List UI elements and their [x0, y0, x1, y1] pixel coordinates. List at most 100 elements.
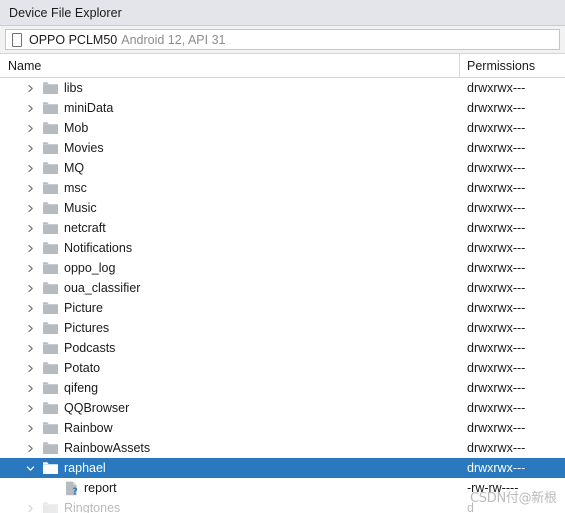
tree-row-permissions: d: [467, 501, 474, 513]
chevron-right-icon[interactable]: [24, 262, 37, 275]
tree-row[interactable]: Rainbow drwxrwx---: [0, 418, 565, 438]
tree-row-permissions: drwxrwx---: [467, 401, 526, 415]
tree-row-permissions: drwxrwx---: [467, 101, 526, 115]
folder-icon: [43, 201, 58, 215]
tree-row[interactable]: ? report -rw-rw----: [0, 478, 565, 498]
chevron-right-icon[interactable]: [24, 222, 37, 235]
folder-icon: [43, 221, 58, 235]
chevron-right-icon[interactable]: [24, 422, 37, 435]
chevron-down-icon[interactable]: [24, 462, 37, 475]
tree-row-permissions: drwxrwx---: [467, 81, 526, 95]
tree-row-label: libs: [64, 81, 83, 95]
column-header-permissions[interactable]: Permissions: [460, 59, 535, 73]
tree-row[interactable]: Ringtones d: [0, 498, 565, 513]
folder-icon: [43, 161, 58, 175]
tree-row-permissions: drwxrwx---: [467, 461, 526, 475]
tree-row-permissions: drwxrwx---: [467, 441, 526, 455]
tree-row[interactable]: Notifications drwxrwx---: [0, 238, 565, 258]
tree-row[interactable]: raphael drwxrwx---: [0, 458, 565, 478]
folder-icon: [43, 181, 58, 195]
chevron-right-icon[interactable]: [24, 402, 37, 415]
folder-icon: [43, 321, 58, 335]
folder-icon: [43, 341, 58, 355]
tree-row[interactable]: Mob drwxrwx---: [0, 118, 565, 138]
chevron-right-icon[interactable]: [24, 502, 37, 513]
folder-icon: [43, 261, 58, 275]
tree-row[interactable]: libs drwxrwx---: [0, 78, 565, 98]
tree-row-label: RainbowAssets: [64, 441, 151, 455]
chevron-right-icon[interactable]: [24, 182, 37, 195]
file-tree[interactable]: libs drwxrwx--- miniData drwxrwx--- Mob drwxr…: [0, 78, 565, 513]
tree-row-label: netcraft: [64, 221, 106, 235]
page-title: Device File Explorer: [9, 5, 122, 20]
tree-row[interactable]: QQBrowser drwxrwx---: [0, 398, 565, 418]
folder-icon: [43, 421, 58, 435]
chevron-right-icon[interactable]: [24, 102, 37, 115]
folder-icon: [43, 121, 58, 135]
chevron-right-icon[interactable]: [24, 122, 37, 135]
phone-icon: [12, 32, 22, 47]
tree-row-label: report: [84, 481, 117, 495]
tree-row-permissions: -rw-rw----: [467, 481, 519, 495]
folder-icon: [43, 461, 58, 475]
tree-row-permissions: drwxrwx---: [467, 301, 526, 315]
tree-row[interactable]: Pictures drwxrwx---: [0, 318, 565, 338]
tree-row-label: Picture: [64, 301, 103, 315]
tree-row[interactable]: msc drwxrwx---: [0, 178, 565, 198]
column-header-name[interactable]: Name: [0, 59, 459, 73]
tree-row-permissions: drwxrwx---: [467, 201, 526, 215]
chevron-right-icon[interactable]: [24, 362, 37, 375]
tree-row-label: Ringtones: [64, 501, 121, 513]
chevron-right-icon[interactable]: [24, 142, 37, 155]
folder-icon: [43, 501, 58, 513]
tree-row[interactable]: Potato drwxrwx---: [0, 358, 565, 378]
chevron-right-icon[interactable]: [24, 162, 37, 175]
device-select[interactable]: OPPO PCLM50 Android 12, API 31: [5, 29, 560, 50]
tree-row-label: QQBrowser: [64, 401, 130, 415]
chevron-right-icon[interactable]: [24, 302, 37, 315]
svg-text:?: ?: [72, 486, 78, 495]
tree-row[interactable]: qifeng drwxrwx---: [0, 378, 565, 398]
tree-row-label: miniData: [64, 101, 114, 115]
tree-row-permissions: drwxrwx---: [467, 321, 526, 335]
folder-icon: [43, 401, 58, 415]
tree-row[interactable]: RainbowAssets drwxrwx---: [0, 438, 565, 458]
folder-icon: [43, 381, 58, 395]
tree-row-label: qifeng: [64, 381, 99, 395]
tree-row[interactable]: miniData drwxrwx---: [0, 98, 565, 118]
tree-row-label: msc: [64, 181, 87, 195]
tree-row-label: Movies: [64, 141, 104, 155]
tree-row-label: raphael: [64, 461, 106, 475]
chevron-right-icon[interactable]: [24, 442, 37, 455]
tree-row[interactable]: netcraft drwxrwx---: [0, 218, 565, 238]
tree-row[interactable]: Music drwxrwx---: [0, 198, 565, 218]
tree-row-permissions: drwxrwx---: [467, 361, 526, 375]
tree-row[interactable]: MQ drwxrwx---: [0, 158, 565, 178]
tree-row-label: MQ: [64, 161, 85, 175]
chevron-right-icon[interactable]: [24, 322, 37, 335]
table-header: Name Permissions: [0, 53, 565, 78]
device-selector-bar: OPPO PCLM50 Android 12, API 31: [0, 26, 565, 53]
folder-icon: [43, 361, 58, 375]
tree-row[interactable]: Movies drwxrwx---: [0, 138, 565, 158]
tree-row-permissions: drwxrwx---: [467, 381, 526, 395]
chevron-right-icon[interactable]: [24, 382, 37, 395]
tree-row-label: Music: [64, 201, 97, 215]
tree-row-label: Potato: [64, 361, 101, 375]
tree-row[interactable]: oua_classifier drwxrwx---: [0, 278, 565, 298]
folder-icon: [43, 101, 58, 115]
chevron-right-icon[interactable]: [24, 282, 37, 295]
tree-row-label: oppo_log: [64, 261, 116, 275]
tree-row-permissions: drwxrwx---: [467, 181, 526, 195]
tree-row-label: Podcasts: [64, 341, 116, 355]
tree-row[interactable]: Podcasts drwxrwx---: [0, 338, 565, 358]
tree-row-label: oua_classifier: [64, 281, 141, 295]
tree-row[interactable]: oppo_log drwxrwx---: [0, 258, 565, 278]
chevron-right-icon[interactable]: [24, 202, 37, 215]
tree-row-permissions: drwxrwx---: [467, 421, 526, 435]
chevron-right-icon[interactable]: [24, 342, 37, 355]
folder-icon: [43, 141, 58, 155]
tree-row[interactable]: Picture drwxrwx---: [0, 298, 565, 318]
chevron-right-icon[interactable]: [24, 82, 37, 95]
chevron-right-icon[interactable]: [24, 242, 37, 255]
